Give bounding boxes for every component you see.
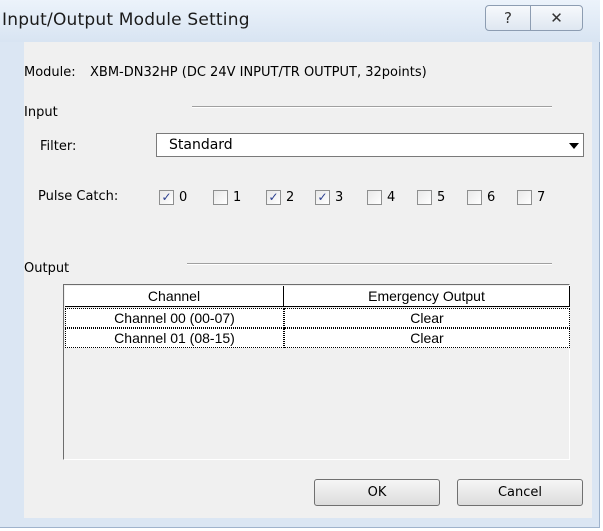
pulse-catch-checkbox-0[interactable]: ✓ 0 xyxy=(159,189,187,205)
checkbox-box[interactable] xyxy=(367,189,382,205)
input-group-label: Input xyxy=(24,105,58,120)
pulse-catch-checkbox-3[interactable]: ✓ 3 xyxy=(315,189,343,205)
pulse-catch-checkbox-1[interactable]: 1 xyxy=(213,189,241,205)
dialog-title: Input/Output Module Setting xyxy=(2,10,250,30)
checkmark-icon[interactable]: ✓ xyxy=(159,189,174,205)
dialog-window: Input/Output Module Setting ? ✕ Module: … xyxy=(0,0,600,528)
pulse-catch-checkbox-label: 4 xyxy=(387,189,396,205)
pulse-catch-checkbox-6[interactable]: 6 xyxy=(467,189,495,205)
table-row-emergency-cell[interactable]: Clear xyxy=(284,308,570,328)
dialog-body: Module: XBM-DN32HP (DC 24V INPUT/TR OUTP… xyxy=(24,42,592,518)
pulse-catch-checkbox-label: 1 xyxy=(233,189,242,205)
pulse-catch-checkbox-label: 6 xyxy=(487,189,496,205)
column-header-emergency-output[interactable]: Emergency Output xyxy=(284,286,570,307)
checkbox-box[interactable] xyxy=(467,189,482,205)
pulse-catch-checkbox-label: 2 xyxy=(286,189,295,205)
pulse-catch-checkbox-label: 0 xyxy=(179,189,188,205)
table-row-channel-cell[interactable]: Channel 00 (00-07) xyxy=(65,308,284,328)
pulse-catch-label: Pulse Catch: xyxy=(38,189,119,204)
filter-label: Filter: xyxy=(40,139,77,154)
checkbox-box[interactable] xyxy=(417,189,432,205)
filter-selected-value: Standard xyxy=(169,137,233,153)
close-button[interactable]: ✕ xyxy=(530,5,583,31)
help-icon: ? xyxy=(504,9,512,27)
checkmark-icon[interactable]: ✓ xyxy=(266,189,281,205)
close-icon: ✕ xyxy=(550,9,563,27)
module-value: XBM-DN32HP (DC 24V INPUT/TR OUTPUT, 32po… xyxy=(90,65,427,80)
pulse-catch-checkbox-label: 7 xyxy=(537,189,546,205)
pulse-catch-checkbox-label: 5 xyxy=(437,189,446,205)
output-group-label: Output xyxy=(24,261,70,276)
checkmark-icon[interactable]: ✓ xyxy=(315,189,330,205)
output-group-divider xyxy=(187,263,552,265)
pulse-catch-checkbox-7[interactable]: 7 xyxy=(517,189,545,205)
ok-button[interactable]: OK xyxy=(314,479,440,506)
table-row-emergency-cell[interactable]: Clear xyxy=(284,328,570,348)
pulse-catch-checkbox-2[interactable]: ✓ 2 xyxy=(266,189,294,205)
column-header-channel[interactable]: Channel xyxy=(65,286,284,307)
pulse-catch-checkbox-5[interactable]: 5 xyxy=(417,189,445,205)
help-button[interactable]: ? xyxy=(485,5,531,31)
module-label: Module: xyxy=(24,65,76,80)
input-group-divider xyxy=(192,106,552,108)
output-channel-grid[interactable]: Channel Emergency Output Channel 00 (00-… xyxy=(63,284,570,460)
pulse-catch-checkbox-4[interactable]: 4 xyxy=(367,189,395,205)
table-row-channel-cell[interactable]: Channel 01 (08-15) xyxy=(65,328,284,348)
chevron-down-icon[interactable] xyxy=(569,143,579,149)
pulse-catch-checkbox-label: 3 xyxy=(335,189,344,205)
checkbox-box[interactable] xyxy=(213,189,228,205)
cancel-button[interactable]: Cancel xyxy=(457,479,583,506)
checkbox-box[interactable] xyxy=(517,189,532,205)
filter-dropdown[interactable]: Standard xyxy=(156,133,584,157)
title-bar[interactable]: Input/Output Module Setting ? ✕ xyxy=(0,0,600,42)
